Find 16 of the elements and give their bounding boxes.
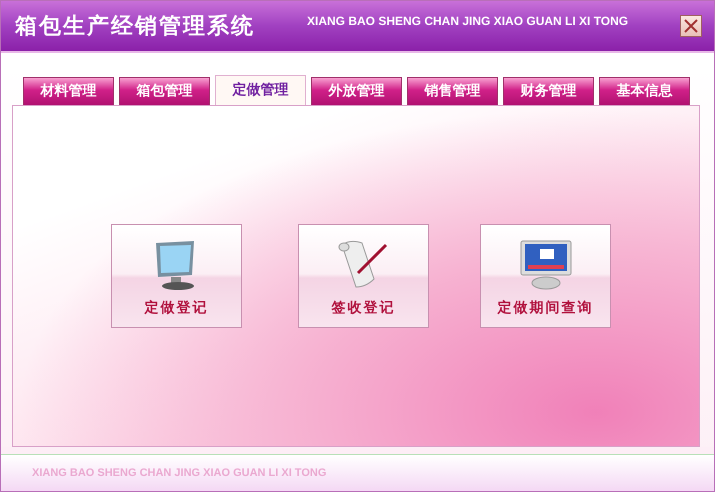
- monitor-screen-icon: [518, 238, 574, 291]
- close-button[interactable]: [680, 14, 702, 37]
- window-title: 箱包生产经销管理系统: [15, 12, 255, 41]
- tab[interactable]: 定做管理: [215, 74, 306, 105]
- tab[interactable]: 材料管理: [23, 76, 114, 105]
- close-icon: [684, 18, 698, 33]
- tab[interactable]: 财务管理: [503, 76, 594, 105]
- tab[interactable]: 箱包管理: [119, 76, 210, 105]
- tab[interactable]: 销售管理: [407, 76, 498, 105]
- action-button[interactable]: 定做期间查询: [480, 224, 611, 328]
- action-button[interactable]: 定做登记: [111, 224, 242, 328]
- tab[interactable]: 外放管理: [311, 76, 402, 105]
- footer-text: XIANG BAO SHENG CHAN JING XIAO GUAN LI XI TONG: [32, 466, 326, 479]
- action-button[interactable]: 签收登记: [298, 224, 429, 328]
- window-subtitle: XIANG BAO SHENG CHAN JING XIAO GUAN LI XI TONG: [307, 14, 628, 28]
- tab[interactable]: 基本信息: [599, 76, 690, 105]
